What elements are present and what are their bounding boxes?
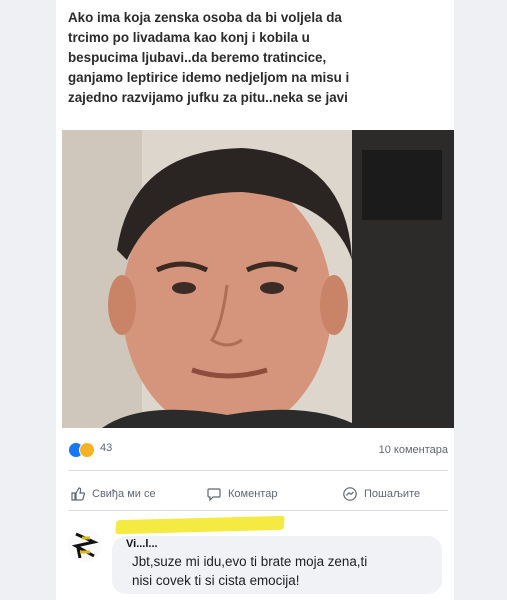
facebook-post-card: Ako ima koja zenska osoba da bi voljela … xyxy=(56,0,454,600)
thumbs-up-icon xyxy=(71,487,86,501)
comment-count[interactable]: 10 коментара xyxy=(379,444,448,456)
comment-text: Jbt,suze mi idu,evo ti brate moja zena,t… xyxy=(132,554,368,588)
man-selfie-image xyxy=(62,130,454,428)
haha-icon xyxy=(79,442,95,458)
comment-button[interactable]: Коментар xyxy=(206,484,277,504)
share-button[interactable]: Пошаљите xyxy=(342,484,420,504)
reaction-count[interactable]: 43 xyxy=(100,442,112,454)
divider xyxy=(68,470,448,471)
avatar[interactable] xyxy=(68,528,102,562)
post-text: Ako ima koja zenska osoba da bi voljela … xyxy=(68,10,350,105)
divider xyxy=(68,510,448,511)
comment: Vi...l... Jbt,suze mi idu,evo ti brate m… xyxy=(68,515,452,598)
comment-bubble: Vi...l... Jbt,suze mi idu,evo ti brate m… xyxy=(112,536,442,594)
like-label: Свиђа ми се xyxy=(92,488,156,500)
post-actions: Свиђа ми се Коментар Пошаљите xyxy=(56,480,454,508)
share-label: Пошаљите xyxy=(364,488,421,500)
messenger-icon xyxy=(343,487,357,501)
comment-label: Коментар xyxy=(228,488,278,500)
like-button[interactable]: Свиђа ми се xyxy=(70,484,156,504)
highlight-mark xyxy=(115,515,285,535)
post-photo[interactable] xyxy=(62,130,454,428)
reactions-bar: 43 10 коментара xyxy=(68,440,448,460)
speech-bubble-icon xyxy=(207,488,221,502)
avatar-icon xyxy=(68,528,102,562)
comment-author[interactable]: Vi...l... xyxy=(126,538,158,550)
